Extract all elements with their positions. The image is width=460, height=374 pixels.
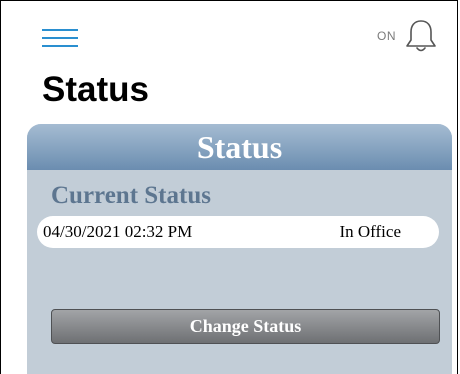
status-datetime: 04/30/2021 02:32 PM bbox=[43, 222, 193, 241]
bell-icon[interactable] bbox=[404, 18, 438, 54]
current-status-row: 04/30/2021 02:32 PM In Office bbox=[37, 216, 439, 248]
change-status-button-label: Change Status bbox=[189, 316, 302, 336]
panel-title: Status bbox=[196, 128, 283, 165]
notification-toggle[interactable]: ON bbox=[377, 18, 438, 54]
panel-header: Status bbox=[27, 124, 452, 170]
status-panel: Status Current Status 04/30/2021 02:32 P… bbox=[27, 124, 452, 374]
change-status-button[interactable]: Change Status bbox=[51, 309, 440, 344]
hamburger-menu-icon[interactable] bbox=[42, 28, 78, 48]
status-value: In Office bbox=[339, 222, 401, 241]
page-title: Status bbox=[42, 70, 149, 109]
current-status-label: Current Status bbox=[51, 182, 211, 209]
notification-status-label: ON bbox=[377, 29, 396, 43]
